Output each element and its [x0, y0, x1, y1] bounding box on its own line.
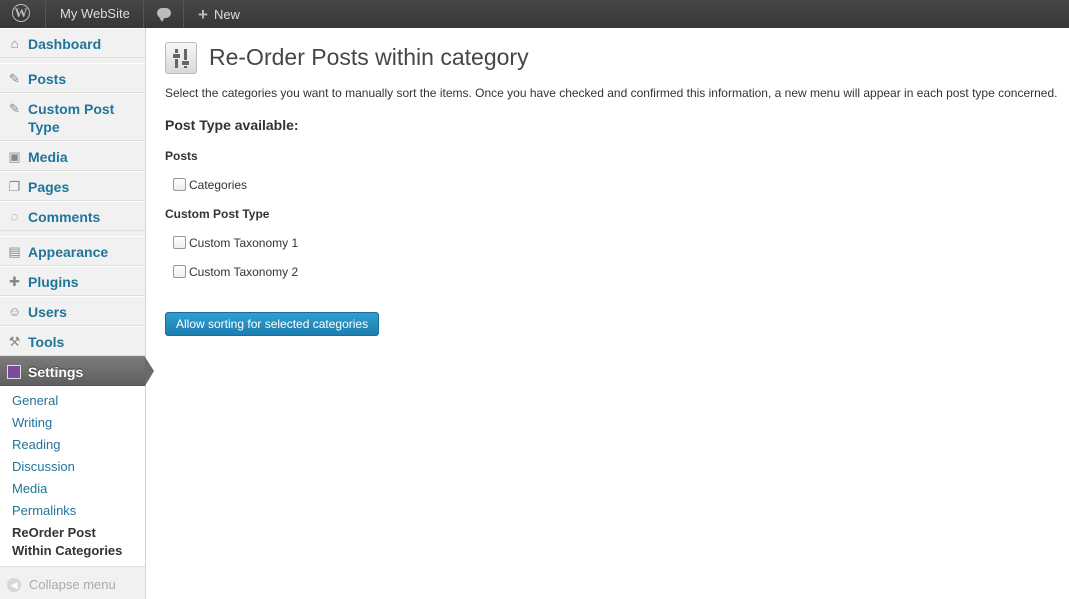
sidebar-item-posts[interactable]: ✎ Posts — [0, 63, 145, 93]
appearance-icon: ▤ — [8, 244, 21, 259]
sidebar-item-label: Posts — [28, 71, 67, 87]
tools-icon: ⚒ — [8, 334, 21, 349]
submenu-item-general[interactable]: General — [0, 390, 145, 412]
sidebar-item-users[interactable]: ☺ Users — [0, 296, 145, 326]
option-categories[interactable]: Categories — [173, 178, 247, 192]
sliders-icon — [165, 42, 197, 74]
admin-sidebar: ⌂ Dashboard ✎ Posts ✎ Custom Post Type ▣… — [0, 28, 154, 599]
media-icon: ▣ — [8, 149, 21, 164]
group-title-custom-post-type: Custom Post Type — [165, 207, 270, 221]
sidebar-item-label: Dashboard — [28, 36, 102, 52]
categories-checkbox[interactable] — [173, 178, 186, 192]
sidebar-item-media[interactable]: ▣ Media — [0, 141, 145, 171]
site-name-link[interactable]: My WebSite — [45, 0, 144, 28]
submenu-item-reading[interactable]: Reading — [0, 434, 145, 456]
pin-icon: ✎ — [9, 101, 20, 116]
collapse-menu-button[interactable]: ◀ Collapse menu — [0, 571, 145, 599]
comment-icon: ◌ — [10, 209, 19, 224]
option-custom-taxonomy-2[interactable]: Custom Taxonomy 2 — [173, 265, 298, 279]
new-content-button[interactable]: + New — [183, 0, 252, 28]
admin-bar: W My WebSite + New — [0, 0, 1069, 28]
section-title: Post Type available: — [165, 117, 299, 133]
option-label: Custom Taxonomy 1 — [189, 236, 299, 250]
submenu-item-discussion[interactable]: Discussion — [0, 456, 145, 478]
sidebar-item-label: Plugins — [28, 274, 79, 290]
home-icon: ⌂ — [10, 36, 19, 51]
sidebar-item-tools[interactable]: ⚒ Tools — [0, 326, 145, 356]
submenu-item-permalinks[interactable]: Permalinks — [0, 500, 145, 522]
sidebar-item-plugins[interactable]: ✚ Plugins — [0, 266, 145, 296]
sidebar-item-comments[interactable]: ◌ Comments — [0, 201, 145, 231]
plugin-icon: ✚ — [9, 274, 20, 289]
wordpress-logo-icon[interactable]: W — [0, 0, 45, 28]
sidebar-item-label: Comments — [28, 209, 101, 225]
sidebar-item-label: Custom Post Type — [28, 101, 115, 135]
pages-icon: ❐ — [8, 179, 21, 194]
custom-taxonomy-1-checkbox[interactable] — [173, 236, 186, 250]
submenu-item-reorder-post[interactable]: ReOrder Post Within Categories — [0, 522, 137, 562]
custom-taxonomy-2-checkbox[interactable] — [173, 265, 186, 279]
collapse-menu-label: Collapse menu — [29, 577, 116, 592]
sidebar-item-pages[interactable]: ❐ Pages — [0, 171, 145, 201]
main-content: Re-Order Posts within category Select th… — [165, 28, 1065, 336]
submenu-item-media[interactable]: Media — [0, 478, 145, 500]
sidebar-item-dashboard[interactable]: ⌂ Dashboard — [0, 28, 145, 58]
sidebar-item-label: Media — [28, 149, 68, 165]
sidebar-item-label: Tools — [28, 334, 65, 350]
page-header: Re-Order Posts within category — [165, 42, 1065, 87]
sidebar-item-label: Users — [28, 304, 67, 320]
comment-bubble-icon — [157, 8, 171, 22]
intro-text: Select the categories you want to manual… — [165, 86, 1058, 100]
sidebar-item-label: Settings — [28, 364, 84, 380]
sidebar-item-label: Pages — [28, 179, 70, 195]
submenu-item-writing[interactable]: Writing — [0, 412, 145, 434]
group-title-posts: Posts — [165, 149, 198, 163]
pin-icon: ✎ — [9, 71, 20, 86]
sidebar-item-settings[interactable]: Settings — [0, 356, 154, 386]
users-icon: ☺ — [7, 304, 22, 319]
comments-icon[interactable] — [143, 0, 184, 28]
option-custom-taxonomy-1[interactable]: Custom Taxonomy 1 — [173, 236, 298, 250]
collapse-arrow-icon: ◀ — [7, 578, 21, 592]
option-label: Categories — [189, 178, 248, 192]
allow-sorting-button[interactable]: Allow sorting for selected categories — [165, 312, 380, 336]
wordpress-logo-mark: W — [12, 4, 30, 22]
sidebar-item-label: Appearance — [28, 244, 109, 260]
settings-icon — [7, 365, 21, 379]
plus-icon: + — [198, 5, 208, 24]
sidebar-item-appearance[interactable]: ▤ Appearance — [0, 236, 145, 266]
page-title: Re-Order Posts within category — [209, 44, 529, 70]
settings-submenu: General Writing Reading Discussion Media… — [0, 386, 145, 567]
sidebar-item-custom-post-type[interactable]: ✎ Custom Post Type — [0, 93, 145, 141]
option-label: Custom Taxonomy 2 — [189, 265, 299, 279]
new-label: New — [213, 7, 240, 22]
